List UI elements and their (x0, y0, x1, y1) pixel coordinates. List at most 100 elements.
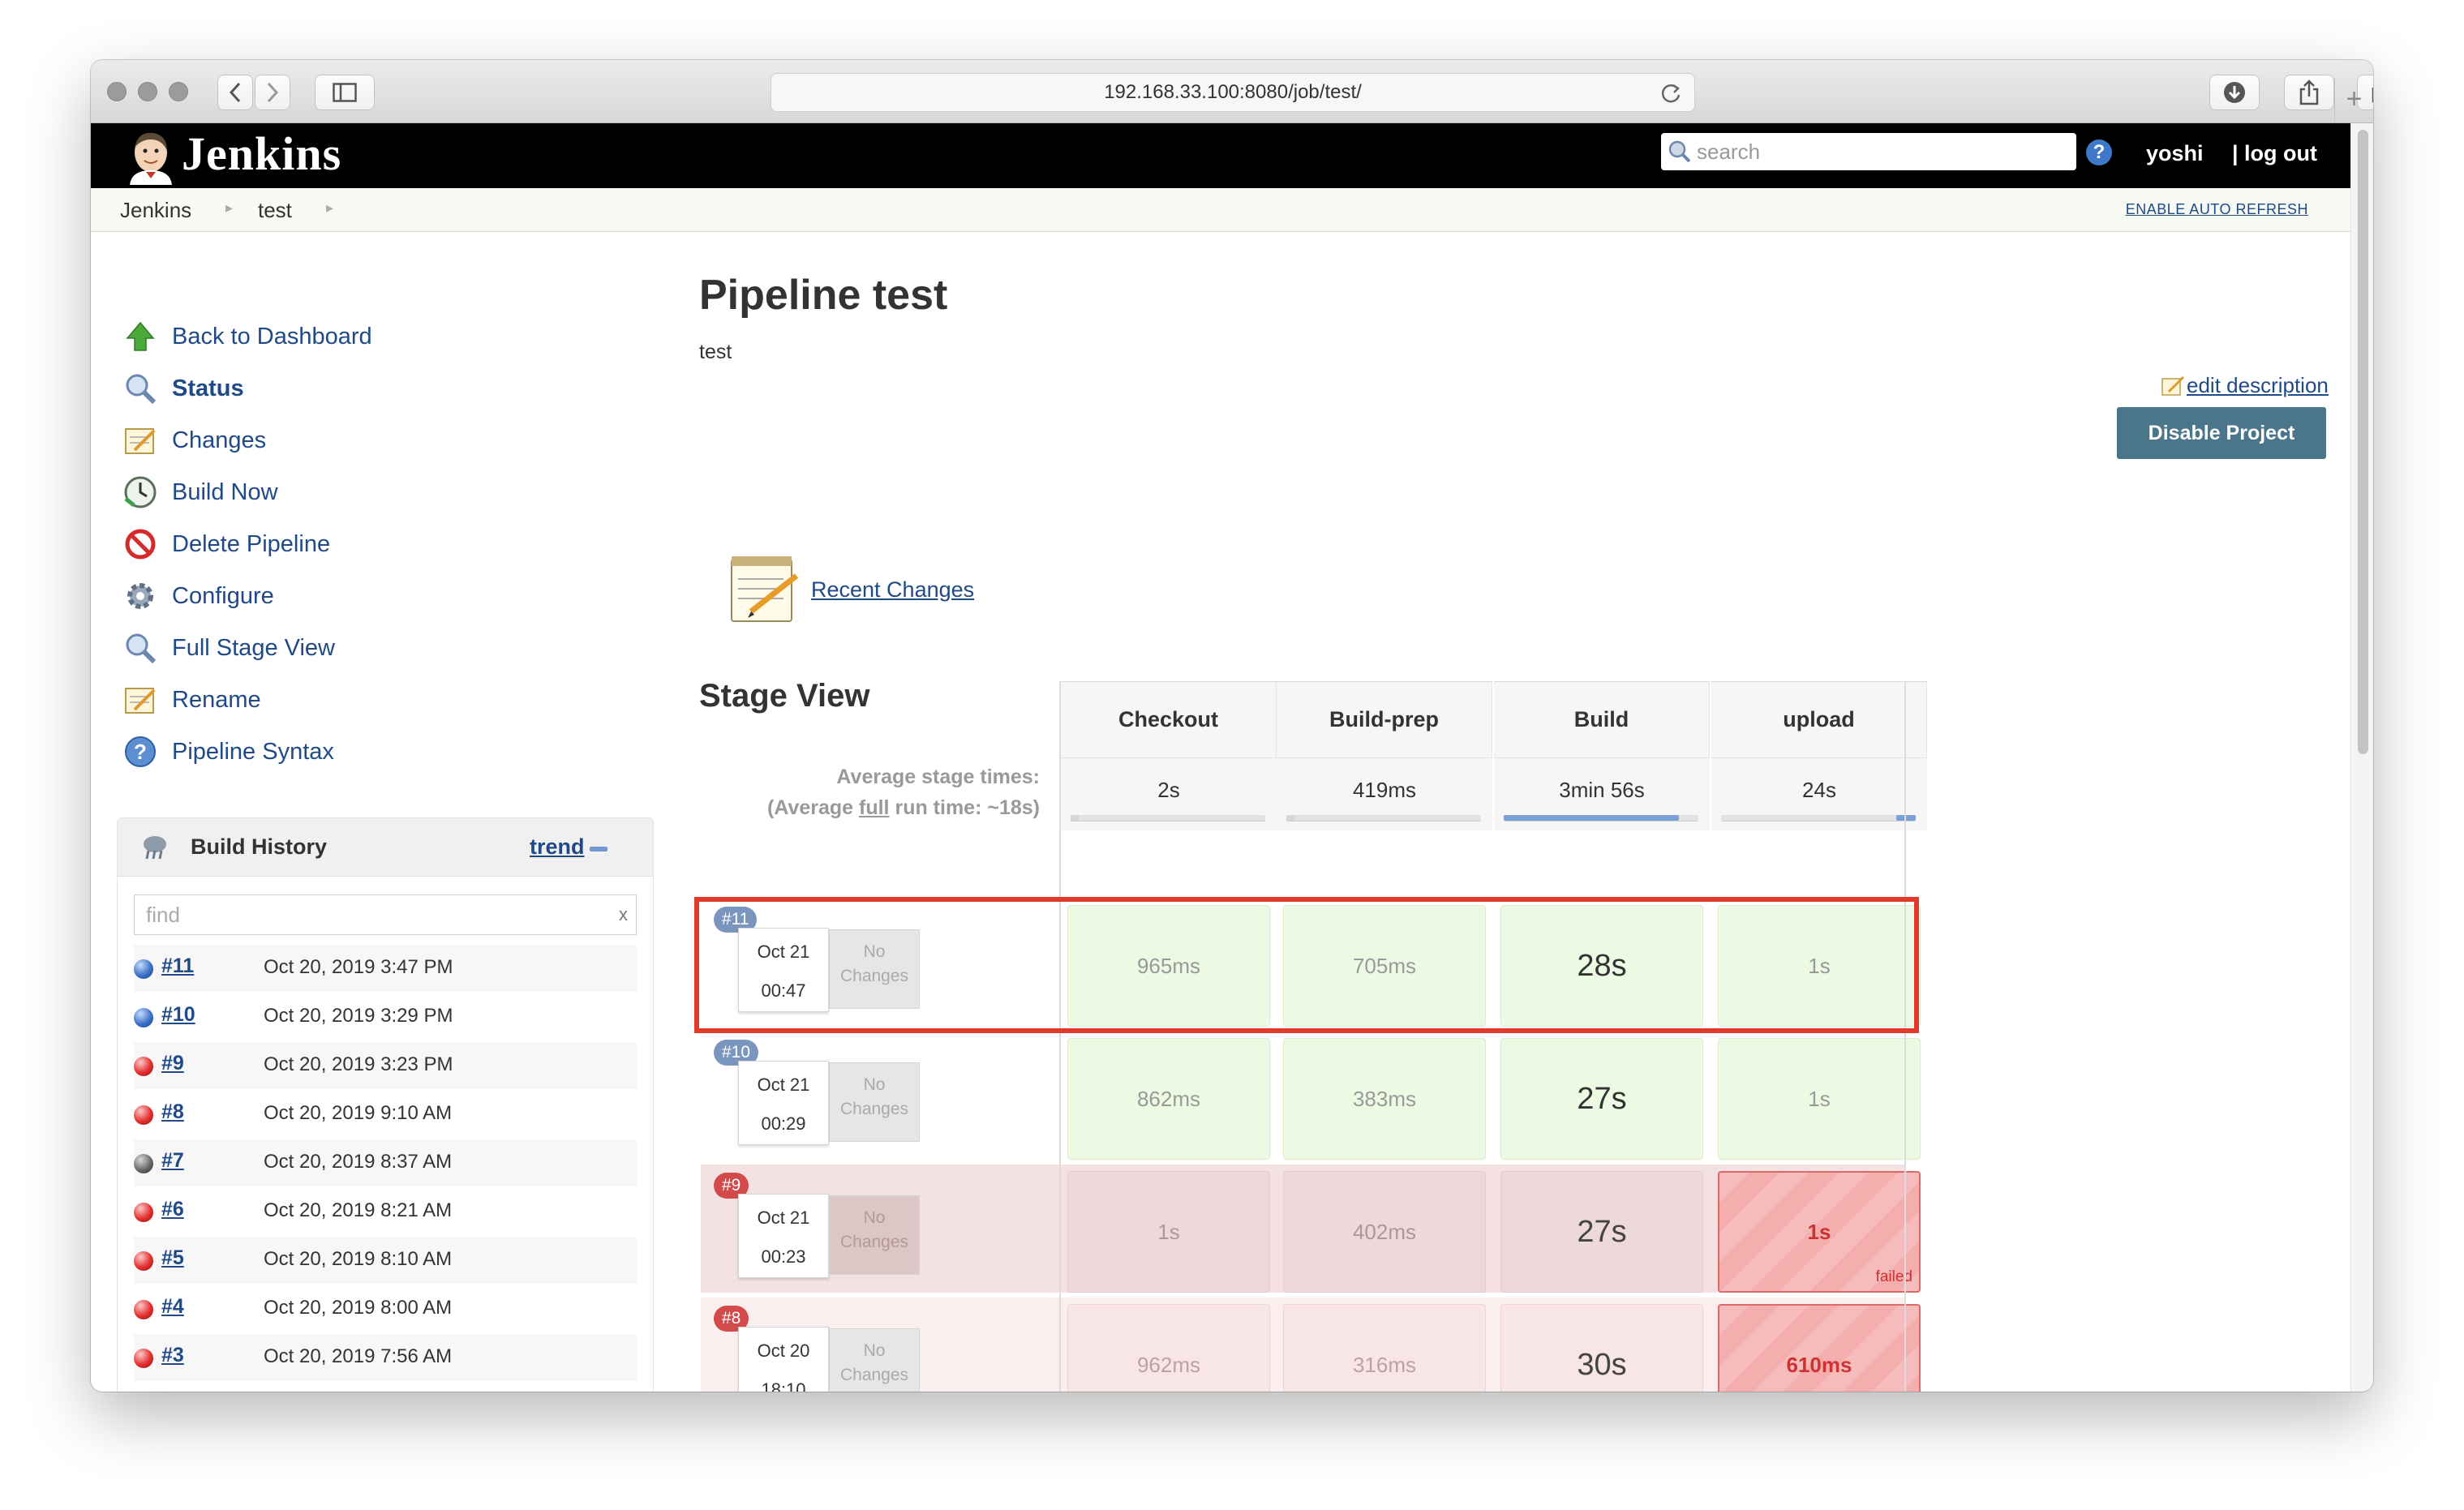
stage-cell[interactable]: 862ms (1067, 1038, 1270, 1160)
breadcrumb-test[interactable]: test (258, 198, 292, 223)
downloads-button[interactable] (2209, 75, 2260, 110)
build-history-row[interactable]: #10 Oct 20, 2019 3:29 PM (134, 993, 637, 1040)
no-changes-box[interactable]: No Changes (829, 1328, 920, 1392)
weather-cloud-icon (144, 836, 166, 860)
task-full-stage-view[interactable]: Full Stage View (122, 628, 335, 668)
stage-cell[interactable]: 1s (1067, 1171, 1270, 1293)
stage-cell[interactable]: 962ms (1067, 1304, 1270, 1392)
jenkins-logo-text[interactable]: Jenkins (182, 127, 341, 181)
build-date[interactable]: Oct 20, 2019 9:10 AM (264, 1102, 452, 1125)
build-find-input[interactable]: find x (134, 894, 637, 935)
build-date[interactable]: Oct 20, 2019 3:23 PM (264, 1053, 453, 1076)
build-number-link[interactable]: #5 (161, 1246, 184, 1270)
task-back-to-dashboard[interactable]: Back to Dashboard (122, 316, 372, 357)
trend-bar-icon[interactable] (590, 847, 607, 852)
no-changes-box[interactable]: No Changes (829, 1062, 920, 1142)
full-run-link[interactable]: full (859, 796, 890, 819)
task-delete-pipeline[interactable]: Delete Pipeline (122, 524, 330, 564)
trend-link[interactable]: trend (530, 834, 585, 860)
build-number-link[interactable]: #8 (161, 1100, 184, 1124)
run-date-box[interactable]: Oct 21 00:29 (738, 1061, 829, 1145)
build-history-row[interactable]: #11 Oct 20, 2019 3:47 PM (134, 945, 637, 992)
jenkins-page: Jenkins search ? yoshi | log out Jenkins… (91, 123, 2350, 1392)
recent-changes-link[interactable]: Recent Changes (811, 577, 974, 603)
gear-icon (127, 583, 153, 609)
average-time-fill (1896, 815, 1916, 821)
reload-icon[interactable] (1659, 81, 1683, 105)
stage-cell[interactable]: 316ms (1283, 1304, 1486, 1392)
build-number-link[interactable]: #4 (161, 1295, 184, 1319)
stage-cell[interactable]: 27s (1500, 1171, 1703, 1293)
enable-auto-refresh-link[interactable]: ENABLE AUTO REFRESH (2126, 201, 2308, 218)
build-date[interactable]: Oct 20, 2019 8:21 AM (264, 1199, 452, 1222)
run-date: Oct 21 (757, 1075, 810, 1095)
breadcrumb-jenkins[interactable]: Jenkins (120, 198, 191, 223)
user-link[interactable]: yoshi (2146, 141, 2204, 166)
task-changes[interactable]: Changes (122, 420, 266, 461)
build-number-link[interactable]: #6 (161, 1198, 184, 1221)
task-configure[interactable]: Configure (122, 576, 274, 616)
clear-find-button[interactable]: x (619, 895, 628, 934)
help-icon[interactable]: ? (2086, 139, 2112, 165)
task-status[interactable]: Status (122, 368, 244, 409)
sidebar-toggle-button[interactable] (315, 75, 375, 110)
highlight-box (694, 897, 1919, 1033)
scrollbar-thumb[interactable] (2358, 130, 2368, 754)
build-date[interactable]: Oct 20, 2019 8:10 AM (264, 1248, 452, 1271)
build-date[interactable]: Oct 20, 2019 8:37 AM (264, 1151, 452, 1173)
new-tab-button[interactable]: + (2334, 78, 2373, 123)
build-date[interactable]: Oct 20, 2019 7:56 AM (264, 1345, 452, 1368)
notepad-icon[interactable] (727, 551, 801, 626)
no-changes-box[interactable]: No Changes (829, 1195, 920, 1275)
build-date[interactable]: Oct 20, 2019 8:00 AM (264, 1297, 452, 1319)
stage-cell[interactable]: 1s failed (1718, 1171, 1921, 1293)
share-button[interactable] (2284, 75, 2334, 110)
stage-cell[interactable]: 30s (1500, 1304, 1703, 1392)
build-number-link[interactable]: #3 (161, 1344, 184, 1367)
browser-toolbar: 192.168.33.100:8080/job/test/ (91, 60, 2373, 123)
zoom-window-button[interactable] (169, 82, 188, 101)
breadcrumb-separator-icon[interactable]: ▸ (225, 199, 233, 217)
build-history-row[interactable]: #8 Oct 20, 2019 9:10 AM (134, 1091, 637, 1138)
minimize-window-button[interactable] (138, 82, 157, 101)
run-date-box[interactable]: Oct 20 18:10 (738, 1327, 829, 1392)
task-rename[interactable]: Rename (122, 680, 261, 720)
page-scrollbar[interactable] (2350, 123, 2373, 1392)
stage-cell[interactable]: 402ms (1283, 1171, 1486, 1293)
build-date[interactable]: Oct 20, 2019 3:47 PM (264, 956, 453, 979)
task-build-now[interactable]: Build Now (122, 472, 278, 513)
build-number-link[interactable]: #9 (161, 1052, 184, 1075)
logout-link[interactable]: | log out (2232, 141, 2317, 166)
edit-description-link[interactable]: edit description (2161, 373, 2329, 398)
back-button[interactable] (217, 75, 253, 110)
stage-cell[interactable]: 383ms (1283, 1038, 1486, 1160)
build-history-row[interactable]: #7 Oct 20, 2019 8:37 AM (134, 1139, 637, 1186)
build-history-row[interactable]: #4 Oct 20, 2019 8:00 AM (134, 1285, 637, 1332)
stage-name: upload (1783, 707, 1855, 731)
breadcrumb-separator-icon[interactable]: ▸ (326, 199, 333, 217)
build-date[interactable]: Oct 20, 2019 3:29 PM (264, 1005, 453, 1027)
task-pipeline-syntax[interactable]: ? Pipeline Syntax (122, 731, 334, 772)
chevron-left-icon (229, 82, 241, 103)
notepad-icon (125, 428, 156, 454)
address-bar[interactable]: 192.168.33.100:8080/job/test/ (771, 73, 1695, 112)
build-history-row[interactable]: #6 Oct 20, 2019 8:21 AM (134, 1188, 637, 1235)
search-input[interactable]: search (1661, 133, 2076, 170)
share-icon (2299, 79, 2319, 105)
stage-cell[interactable]: 27s (1500, 1038, 1703, 1160)
build-history-row[interactable]: #3 Oct 20, 2019 7:56 AM (134, 1334, 637, 1381)
build-number-link[interactable]: #10 (161, 1003, 195, 1027)
build-history-row[interactable]: #9 Oct 20, 2019 3:23 PM (134, 1042, 637, 1089)
jenkins-butler-icon[interactable] (123, 128, 178, 185)
disable-project-button[interactable]: Disable Project (2117, 407, 2326, 459)
run-date-box[interactable]: Oct 21 00:23 (738, 1194, 829, 1278)
stage-cell[interactable]: 610msfailed (1718, 1304, 1921, 1392)
stage-cell[interactable]: 1s (1718, 1038, 1921, 1160)
build-history-row[interactable]: #5 Oct 20, 2019 8:10 AM (134, 1237, 637, 1284)
build-history-row[interactable]: #2Oct 20, 2019 7:09 AM (134, 1383, 637, 1392)
find-placeholder: find (146, 903, 180, 927)
build-number-link[interactable]: #7 (161, 1149, 184, 1173)
close-window-button[interactable] (107, 82, 127, 101)
forward-button[interactable] (255, 75, 290, 110)
build-number-link[interactable]: #11 (161, 954, 194, 978)
